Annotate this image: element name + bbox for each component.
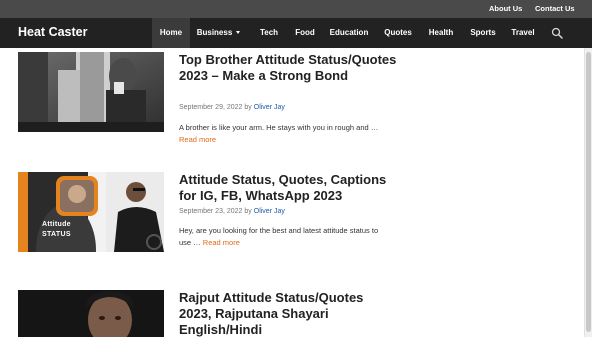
post-excerpt-text: A brother is like your arm. He stays wit…	[179, 123, 379, 132]
post-thumbnail[interactable]: Attitude STATUS	[18, 172, 164, 252]
nav-business-label: Business	[196, 28, 233, 37]
nav-sports[interactable]: Sports	[468, 18, 498, 48]
post-date: September 29, 2022	[179, 104, 243, 111]
attitude-status-graphic	[18, 172, 164, 252]
read-more-link[interactable]: Read more	[203, 238, 240, 247]
attitude-status-caption: Attitude STATUS	[42, 220, 71, 240]
search-icon[interactable]	[551, 27, 563, 39]
nav-travel[interactable]: Travel	[510, 18, 536, 48]
contact-us-link[interactable]: Contact Us	[535, 4, 575, 13]
post-title[interactable]: Rajput Attitude Status/Quotes 2023, Rajp…	[179, 290, 379, 337]
post-title[interactable]: Attitude Status, Quotes, Captions for IG…	[179, 172, 394, 204]
brothers-photo	[18, 52, 164, 132]
post-by: by	[244, 104, 252, 111]
nav-quotes[interactable]: Quotes	[382, 18, 414, 48]
post-by: by	[244, 208, 252, 215]
scrollbar-thumb[interactable]	[586, 52, 591, 332]
post-excerpt: Hey, are you looking for the best and la…	[179, 225, 384, 249]
nav-business[interactable]: Business	[193, 18, 244, 48]
post-author-link[interactable]: Oliver Jay	[254, 104, 285, 111]
nav-food[interactable]: Food	[292, 18, 318, 48]
post-thumbnail[interactable]	[18, 290, 164, 337]
nav-tech[interactable]: Tech	[254, 18, 284, 48]
post-meta: September 23, 2022 by Oliver Jay	[179, 208, 285, 215]
post-excerpt: A brother is like your arm. He stays wit…	[179, 122, 384, 146]
read-more-link[interactable]: Read more	[179, 135, 216, 144]
chevron-down-icon	[236, 31, 241, 35]
post-date: September 23, 2022	[179, 208, 243, 215]
post-title[interactable]: Top Brother Attitude Status/Quotes 2023 …	[179, 52, 399, 84]
post-thumbnail[interactable]	[18, 52, 164, 132]
status-word: STATUS	[42, 231, 71, 238]
site-logo[interactable]: Heat Caster	[18, 25, 87, 39]
nav-education[interactable]: Education	[328, 18, 370, 48]
rajput-portrait-photo	[18, 290, 164, 337]
top-utility-bar: About Us Contact Us	[0, 0, 592, 18]
post-meta: September 29, 2022 by Oliver Jay	[179, 104, 285, 111]
main-navigation: Heat Caster Home Business Tech Food Educ…	[0, 18, 592, 48]
post-author-link[interactable]: Oliver Jay	[254, 208, 285, 215]
nav-home[interactable]: Home	[152, 18, 190, 48]
attitude-word: Attitude	[42, 221, 71, 228]
page-scrollbar[interactable]	[584, 48, 592, 337]
nav-health[interactable]: Health	[426, 18, 456, 48]
about-us-link[interactable]: About Us	[489, 4, 522, 13]
